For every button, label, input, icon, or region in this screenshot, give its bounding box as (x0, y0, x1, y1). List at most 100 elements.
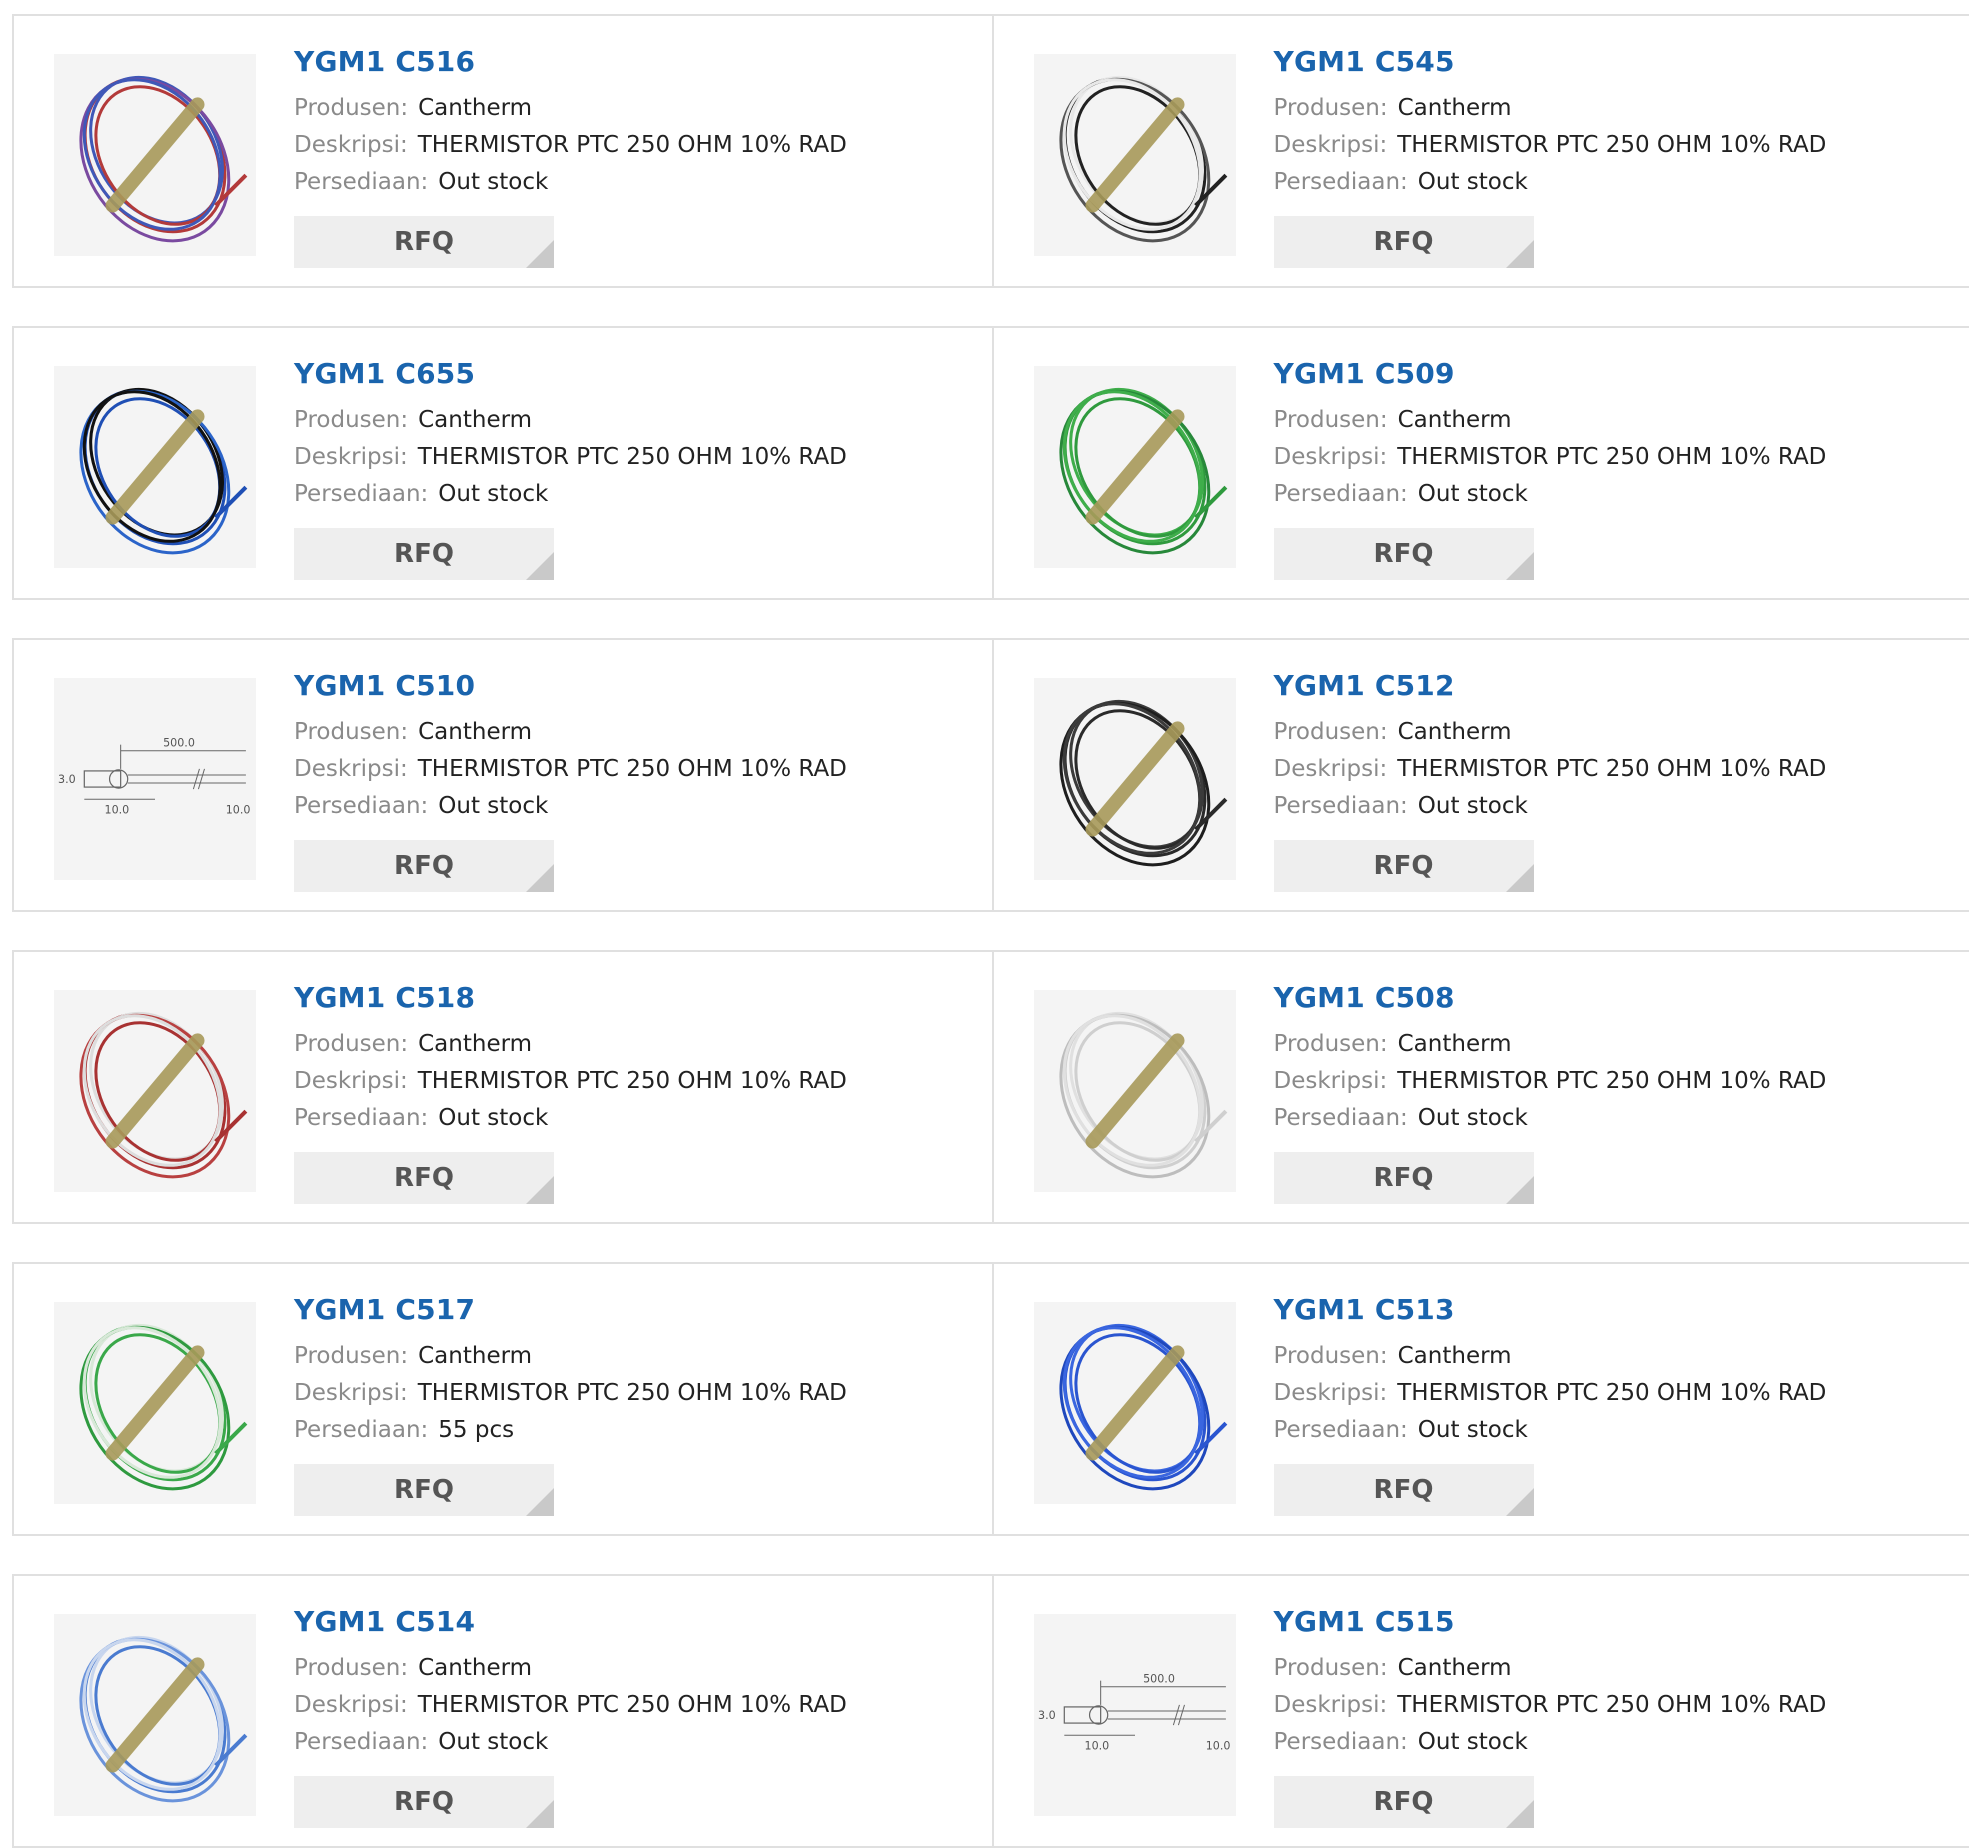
stock-value: Out stock (1418, 1729, 1528, 1755)
product-title-link[interactable]: YGM1 C513 (1274, 1294, 1960, 1326)
manufacturer-line: Produsen: Cantherm (294, 1338, 982, 1375)
stock-value: Out stock (1418, 1105, 1528, 1131)
description-line: Deskripsi: THERMISTOR PTC 250 OHM 10% RAD (294, 439, 982, 476)
product-info: YGM1 C545Produsen:CanthermDeskripsi:THER… (1274, 46, 1960, 201)
manufacturer-label: Produsen: (1274, 719, 1388, 745)
stock-line: Persediaan:Out stock (1274, 1412, 1960, 1449)
product-info: YGM1 C513Produsen:CanthermDeskripsi:THER… (1274, 1294, 1960, 1449)
rfq-button[interactable]: RFQ (1274, 840, 1534, 892)
description-label: Deskripsi: (1274, 444, 1388, 470)
manufacturer-value: Cantherm (418, 719, 532, 745)
corner-triangle-icon (1506, 864, 1534, 892)
rfq-button[interactable]: RFQ (1274, 528, 1534, 580)
product-image[interactable] (1034, 990, 1236, 1192)
description-label: Deskripsi: (294, 1068, 408, 1094)
svg-text:10.0: 10.0 (226, 803, 251, 816)
product-card: YGM1 C513Produsen:CanthermDeskripsi:THER… (992, 1264, 1969, 1534)
stock-value: Out stock (1418, 169, 1528, 195)
manufacturer-value: Cantherm (1398, 1655, 1512, 1681)
rfq-button[interactable]: RFQ (294, 1464, 554, 1516)
corner-triangle-icon (526, 1176, 554, 1204)
product-card: YGM1 C514Produsen:CanthermDeskripsi:THER… (14, 1576, 992, 1846)
corner-triangle-icon (526, 240, 554, 268)
product-info: YGM1 C517Produsen:CanthermDeskripsi:THER… (294, 1294, 982, 1449)
product-card: YGM1 C518Produsen:CanthermDeskripsi:THER… (14, 952, 992, 1222)
stock-line: Persediaan:Out stock (1274, 476, 1960, 513)
product-title-link[interactable]: YGM1 C518 (294, 982, 982, 1014)
manufacturer-value: Cantherm (418, 1343, 532, 1369)
product-image[interactable] (54, 990, 256, 1192)
product-card: YGM1 C545Produsen:CanthermDeskripsi:THER… (992, 16, 1969, 286)
stock-line: Persediaan: 55 pcs (294, 1412, 982, 1449)
description-label: Deskripsi: (294, 444, 408, 470)
description-line: Deskripsi:THERMISTOR PTC 250 OHM 10% RAD (1274, 1687, 1960, 1724)
product-title-link[interactable]: YGM1 C517 (294, 1294, 982, 1326)
product-image[interactable] (1034, 366, 1236, 568)
svg-text:10.0: 10.0 (105, 803, 130, 816)
corner-triangle-icon (526, 864, 554, 892)
product-image[interactable]: 500.03.010.010.0 (54, 678, 256, 880)
product-info: YGM1 C518Produsen:CanthermDeskripsi:THER… (294, 982, 982, 1137)
product-image[interactable] (54, 54, 256, 256)
stock-line: Persediaan:Out stock (1274, 1100, 1960, 1137)
rfq-button[interactable]: RFQ (294, 1776, 554, 1828)
manufacturer-line: Produsen:Cantherm (1274, 90, 1960, 127)
description-value: THERMISTOR PTC 250 OHM 10% RAD (418, 1692, 847, 1718)
rfq-button[interactable]: RFQ (294, 840, 554, 892)
manufacturer-label: Produsen: (294, 1343, 408, 1369)
product-title-link[interactable]: YGM1 C508 (1274, 982, 1960, 1014)
product-info: YGM1 C510Produsen:CanthermDeskripsi:THER… (294, 670, 982, 825)
description-label: Deskripsi: (294, 756, 408, 782)
stock-line: Persediaan:Out stock (294, 164, 982, 201)
product-title-link[interactable]: YGM1 C516 (294, 46, 982, 78)
rfq-button[interactable]: RFQ (294, 528, 554, 580)
product-image[interactable] (54, 1614, 256, 1816)
stock-value: Out stock (1418, 793, 1528, 819)
manufacturer-value: Cantherm (1398, 1031, 1512, 1057)
manufacturer-line: Produsen:Cantherm (294, 90, 982, 127)
rfq-button[interactable]: RFQ (294, 216, 554, 268)
rfq-label: RFQ (1374, 539, 1434, 569)
product-image[interactable] (1034, 1302, 1236, 1504)
manufacturer-label: Produsen: (294, 1655, 408, 1681)
product-image[interactable] (54, 366, 256, 568)
corner-triangle-icon (1506, 1176, 1534, 1204)
rfq-label: RFQ (1374, 1475, 1434, 1505)
rfq-button[interactable]: RFQ (1274, 1776, 1534, 1828)
manufacturer-line: Produsen:Cantherm (294, 1026, 982, 1063)
product-image[interactable] (1034, 54, 1236, 256)
rfq-button[interactable]: RFQ (1274, 1464, 1534, 1516)
rfq-button[interactable]: RFQ (1274, 216, 1534, 268)
stock-line: Persediaan:Out stock (294, 476, 982, 513)
stock-label: Persediaan: (294, 1417, 428, 1443)
manufacturer-value: Cantherm (1398, 95, 1512, 121)
product-title-link[interactable]: YGM1 C545 (1274, 46, 1960, 78)
product-title-link[interactable]: YGM1 C515 (1274, 1606, 1960, 1638)
stock-value: Out stock (438, 1729, 548, 1755)
product-image[interactable]: 500.03.010.010.0 (1034, 1614, 1236, 1816)
corner-triangle-icon (526, 552, 554, 580)
product-title-link[interactable]: YGM1 C509 (1274, 358, 1960, 390)
product-row: YGM1 C518Produsen:CanthermDeskripsi:THER… (12, 950, 1969, 1224)
product-image[interactable] (54, 1302, 256, 1504)
rfq-button[interactable]: RFQ (1274, 1152, 1534, 1204)
rfq-button[interactable]: RFQ (294, 1152, 554, 1204)
product-image[interactable] (1034, 678, 1236, 880)
manufacturer-value: Cantherm (418, 407, 532, 433)
product-row: YGM1 C516Produsen:CanthermDeskripsi:THER… (12, 14, 1969, 288)
stock-line: Persediaan:Out stock (294, 1100, 982, 1137)
description-value: THERMISTOR PTC 250 OHM 10% RAD (418, 756, 847, 782)
manufacturer-line: Produsen:Cantherm (1274, 714, 1960, 751)
description-value: THERMISTOR PTC 250 OHM 10% RAD (1397, 132, 1826, 158)
product-card: YGM1 C508Produsen:CanthermDeskripsi:THER… (992, 952, 1969, 1222)
product-title-link[interactable]: YGM1 C512 (1274, 670, 1960, 702)
product-card: YGM1 C516 Produsen:CanthermDeskripsi:THER… (14, 16, 992, 286)
product-title-link[interactable]: YGM1 C514 (294, 1606, 982, 1638)
product-title-link[interactable]: YGM1 C510 (294, 670, 982, 702)
stock-value: 55 pcs (438, 1417, 514, 1443)
corner-triangle-icon (1506, 1800, 1534, 1828)
description-line: Deskripsi:THERMISTOR PTC 250 OHM 10% RAD (294, 127, 982, 164)
product-title-link[interactable]: YGM1 C655 (294, 358, 982, 390)
corner-triangle-icon (1506, 240, 1534, 268)
description-value: THERMISTOR PTC 250 OHM 10% RAD (418, 444, 847, 470)
